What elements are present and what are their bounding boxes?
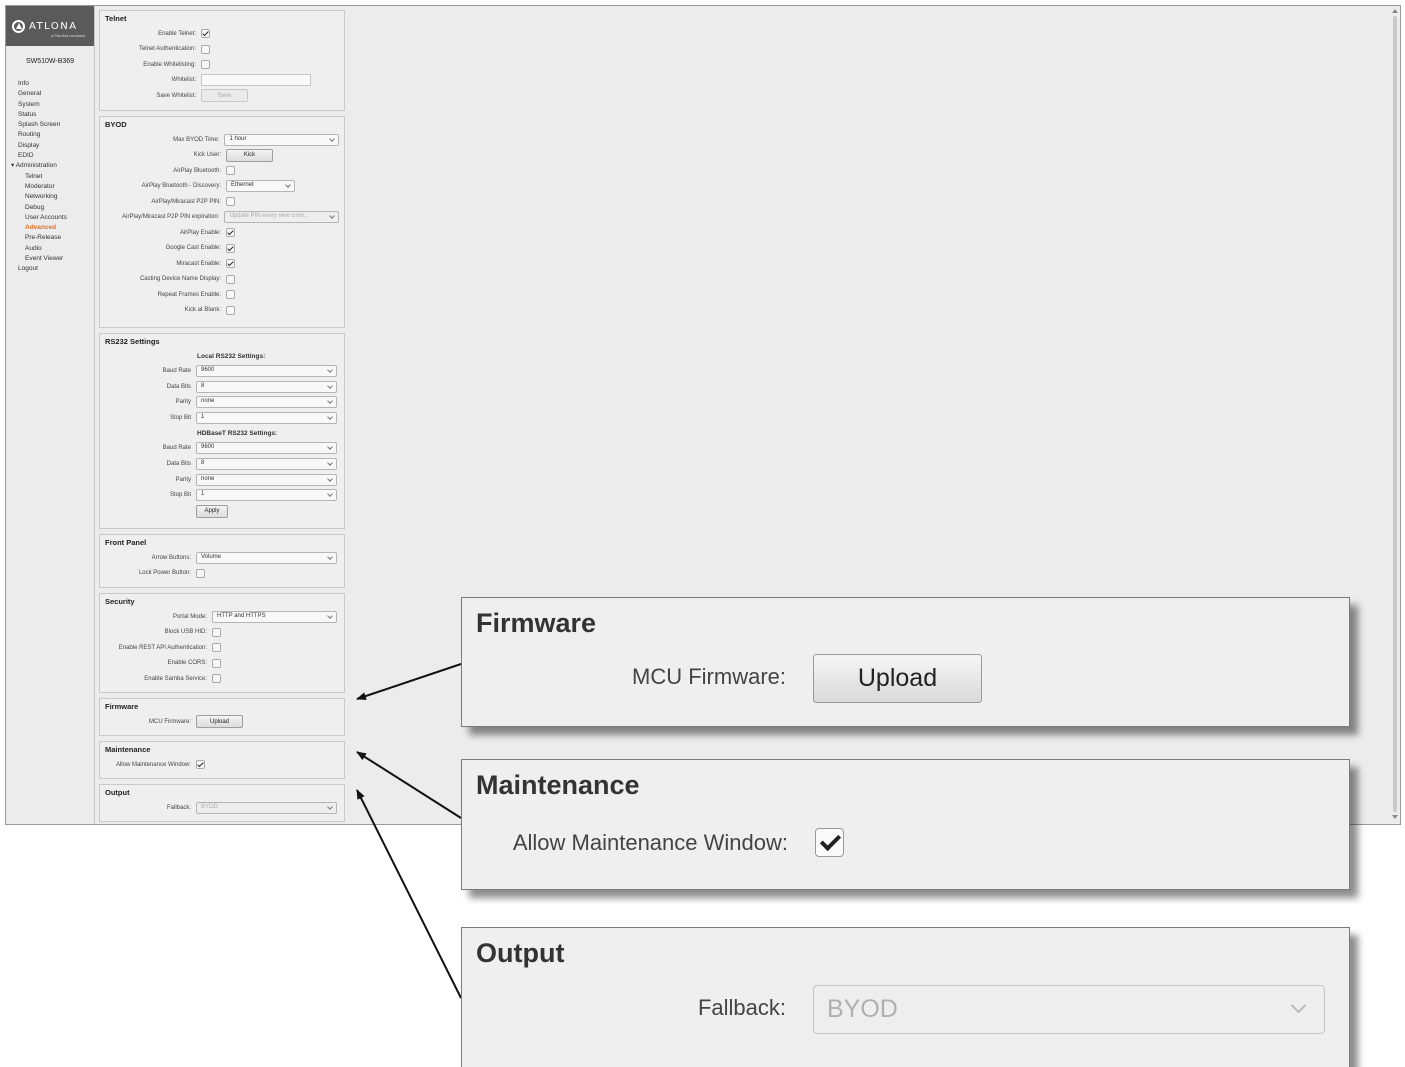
chevron-down-icon: [1290, 997, 1307, 1014]
firmware-arrow: [356, 663, 462, 700]
firmware-callout-title: Firmware: [476, 608, 597, 638]
callout-arrows: [356, 663, 462, 999]
output-arrow: [356, 789, 462, 999]
output-callout-title: Output: [476, 938, 565, 968]
firmware-callout-upload-button[interactable]: Upload: [813, 654, 982, 703]
maintenance-callout: Maintenance Allow Maintenance Window:: [461, 759, 1350, 890]
firmware-callout-label: MCU Firmware:: [632, 664, 786, 689]
maintenance-callout-title: Maintenance: [476, 770, 640, 800]
maintenance-arrow: [356, 751, 462, 819]
output-callout-fallback-select[interactable]: BYOD: [813, 985, 1325, 1034]
output-callout-label: Fallback:: [697, 995, 786, 1020]
firmware-callout: Firmware MCU Firmware: Upload: [461, 597, 1350, 727]
maintenance-callout-checkbox[interactable]: [815, 828, 844, 857]
output-callout: Output Fallback: BYOD: [461, 927, 1350, 1067]
maintenance-callout-label: Allow Maintenance Window:: [512, 830, 788, 855]
output-callout-fallback-value: BYOD: [827, 995, 898, 1023]
